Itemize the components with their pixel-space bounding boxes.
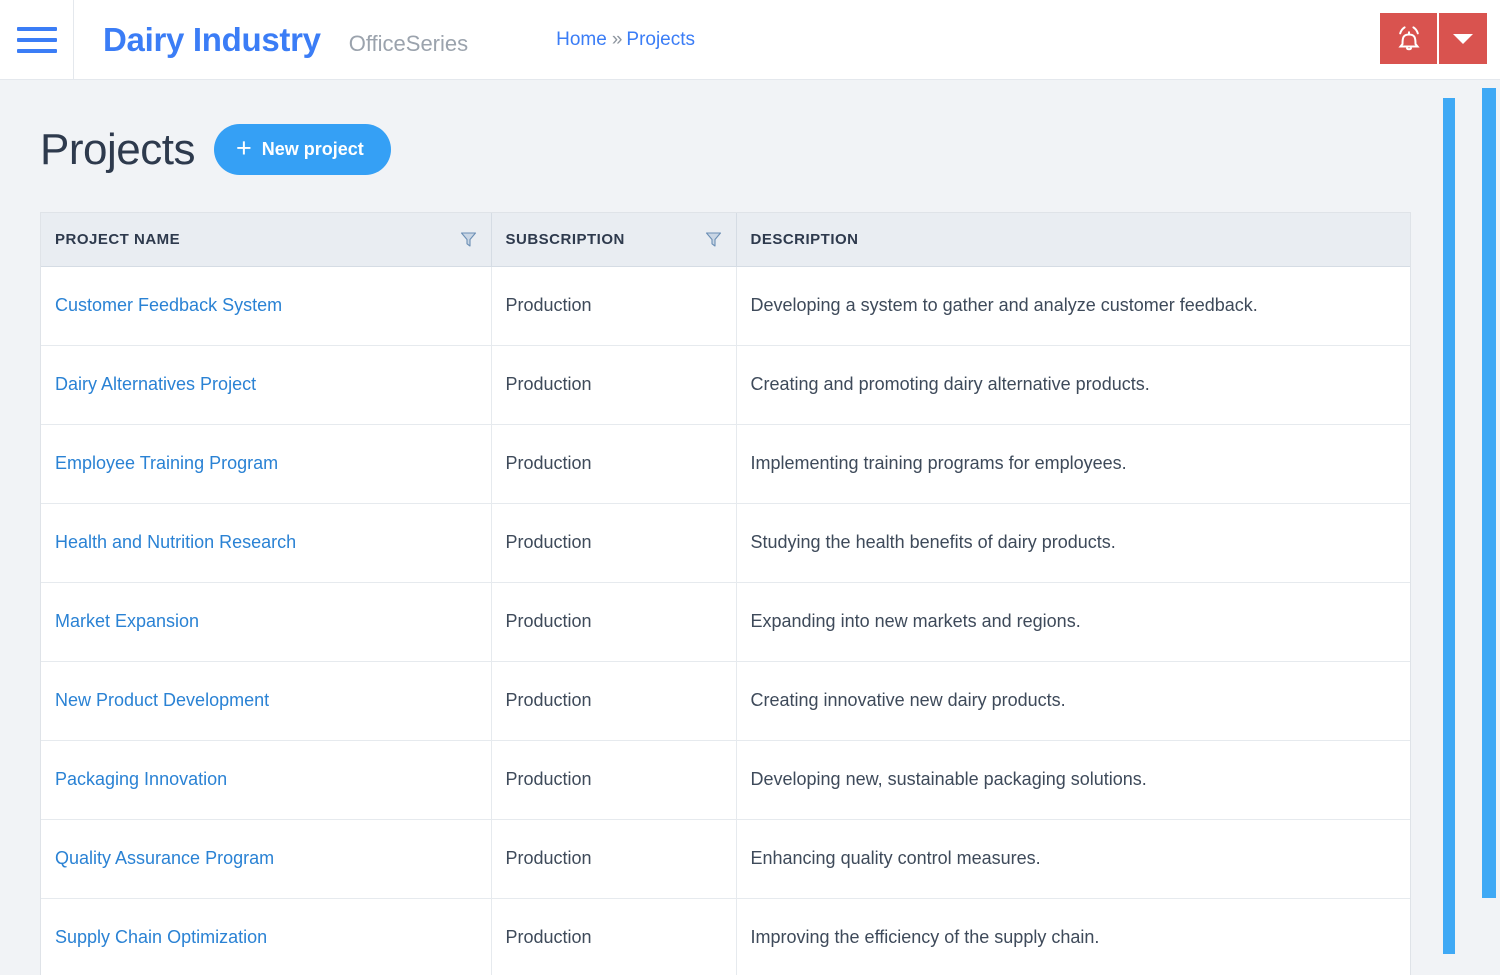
table-row: Market Expansion ProductionExpanding into… bbox=[41, 582, 1410, 661]
cell-project-name: Employee Training Program bbox=[41, 424, 491, 503]
hamburger-menu-icon[interactable] bbox=[0, 0, 74, 80]
cell-project-name: Dairy Alternatives Project bbox=[41, 345, 491, 424]
cell-description: Studying the health benefits of dairy pr… bbox=[736, 503, 1410, 582]
filter-funnel-icon[interactable] bbox=[705, 231, 722, 248]
top-header-bar: Dairy Industry OfficeSeries Home » Proje… bbox=[0, 0, 1500, 80]
breadcrumb-separator-icon: » bbox=[612, 29, 623, 51]
table-head: PROJECT NAME SUBSCRIPTION bbox=[41, 213, 1410, 266]
cell-project-name: Customer Feedback System bbox=[41, 266, 491, 345]
column-header-description[interactable]: DESCRIPTION bbox=[736, 213, 1410, 266]
table-row: Quality Assurance Program ProductionEnhan… bbox=[41, 819, 1410, 898]
table-row: Packaging Innovation ProductionDeveloping… bbox=[41, 740, 1410, 819]
cell-project-name: Quality Assurance Program bbox=[41, 819, 491, 898]
cell-description: Developing a system to gather and analyz… bbox=[736, 266, 1410, 345]
project-link[interactable]: New Product Development bbox=[55, 690, 269, 710]
chevron-down-icon bbox=[1453, 33, 1473, 45]
table-row: Customer Feedback System ProductionDevelo… bbox=[41, 266, 1410, 345]
breadcrumb: Home » Projects bbox=[556, 29, 695, 51]
page-header: Projects + New project bbox=[0, 80, 1500, 175]
cell-project-name: New Product Development bbox=[41, 661, 491, 740]
cell-description: Implementing training programs for emplo… bbox=[736, 424, 1410, 503]
table-row: Supply Chain Optimization ProductionImpro… bbox=[41, 898, 1410, 975]
header-actions bbox=[1380, 13, 1487, 64]
column-header-label: DESCRIPTION bbox=[751, 231, 859, 248]
cell-description: Enhancing quality control measures. bbox=[736, 819, 1410, 898]
cell-subscription: Production bbox=[491, 345, 736, 424]
alarm-bell-button[interactable] bbox=[1380, 13, 1437, 64]
breadcrumb-link-projects[interactable]: Projects bbox=[626, 29, 695, 51]
project-link[interactable]: Quality Assurance Program bbox=[55, 848, 274, 868]
cell-subscription: Production bbox=[491, 424, 736, 503]
project-link[interactable]: Employee Training Program bbox=[55, 453, 278, 473]
cell-description: Creating and promoting dairy alternative… bbox=[736, 345, 1410, 424]
projects-table: PROJECT NAME SUBSCRIPTION bbox=[41, 213, 1410, 975]
cell-subscription: Production bbox=[491, 819, 736, 898]
project-link[interactable]: Customer Feedback System bbox=[55, 295, 282, 315]
new-project-button[interactable]: + New project bbox=[214, 124, 391, 175]
inner-scrollbar-thumb[interactable] bbox=[1443, 98, 1455, 954]
cell-subscription: Production bbox=[491, 582, 736, 661]
breadcrumb-link-home[interactable]: Home bbox=[556, 29, 607, 51]
cell-project-name: Packaging Innovation bbox=[41, 740, 491, 819]
project-link[interactable]: Dairy Alternatives Project bbox=[55, 374, 256, 394]
table-header-row: PROJECT NAME SUBSCRIPTION bbox=[41, 213, 1410, 266]
cell-description: Creating innovative new dairy products. bbox=[736, 661, 1410, 740]
cell-project-name: Health and Nutrition Research bbox=[41, 503, 491, 582]
brand-title: Dairy Industry bbox=[103, 21, 321, 59]
cell-description: Improving the efficiency of the supply c… bbox=[736, 898, 1410, 975]
cell-description: Developing new, sustainable packaging so… bbox=[736, 740, 1410, 819]
cell-subscription: Production bbox=[491, 740, 736, 819]
column-header-subscription[interactable]: SUBSCRIPTION bbox=[491, 213, 736, 266]
page-scrollbar-thumb[interactable] bbox=[1482, 88, 1496, 898]
brand-subtitle: OfficeSeries bbox=[349, 31, 468, 57]
cell-subscription: Production bbox=[491, 266, 736, 345]
column-header-project-name[interactable]: PROJECT NAME bbox=[41, 213, 491, 266]
column-header-label: SUBSCRIPTION bbox=[506, 231, 625, 248]
alarm-bell-icon bbox=[1396, 25, 1422, 53]
cell-subscription: Production bbox=[491, 503, 736, 582]
column-header-label: PROJECT NAME bbox=[55, 231, 180, 248]
cell-subscription: Production bbox=[491, 898, 736, 975]
alerts-dropdown-button[interactable] bbox=[1437, 13, 1487, 64]
table-row: Dairy Alternatives Project ProductionCrea… bbox=[41, 345, 1410, 424]
table-row: Health and Nutrition Research ProductionS… bbox=[41, 503, 1410, 582]
hamburger-line bbox=[17, 49, 57, 53]
filter-funnel-icon[interactable] bbox=[460, 231, 477, 248]
page-title: Projects bbox=[40, 128, 195, 172]
project-link[interactable]: Supply Chain Optimization bbox=[55, 927, 267, 947]
hamburger-line bbox=[17, 38, 57, 42]
cell-description: Expanding into new markets and regions. bbox=[736, 582, 1410, 661]
project-link[interactable]: Packaging Innovation bbox=[55, 769, 227, 789]
projects-table-container: PROJECT NAME SUBSCRIPTION bbox=[40, 212, 1411, 975]
new-project-button-label: New project bbox=[262, 139, 364, 160]
table-row: New Product Development ProductionCreatin… bbox=[41, 661, 1410, 740]
project-link[interactable]: Market Expansion bbox=[55, 611, 199, 631]
cell-subscription: Production bbox=[491, 661, 736, 740]
table-row: Employee Training Program ProductionImple… bbox=[41, 424, 1410, 503]
cell-project-name: Market Expansion bbox=[41, 582, 491, 661]
project-link[interactable]: Health and Nutrition Research bbox=[55, 532, 296, 552]
plus-icon: + bbox=[236, 135, 252, 162]
cell-project-name: Supply Chain Optimization bbox=[41, 898, 491, 975]
page-content: Projects + New project PROJECT NAME bbox=[0, 80, 1500, 975]
table-body: Customer Feedback SystemProductionDevelo… bbox=[41, 266, 1410, 975]
hamburger-line bbox=[17, 27, 57, 31]
brand: Dairy Industry OfficeSeries bbox=[74, 21, 468, 59]
